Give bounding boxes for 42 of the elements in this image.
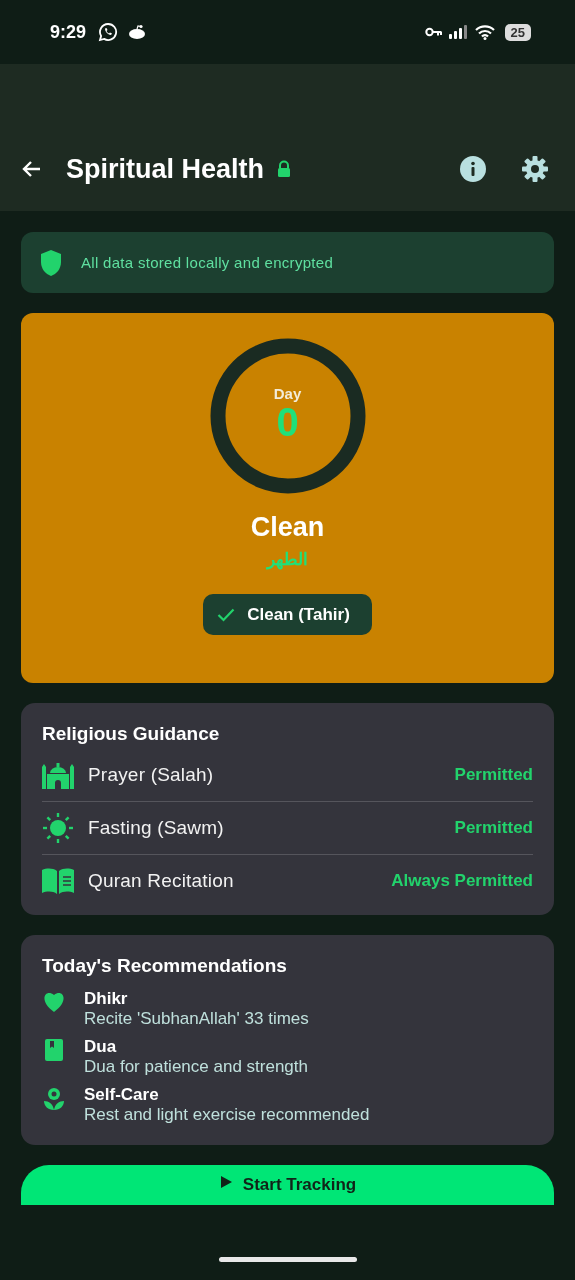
screen-title: Spiritual Health — [66, 153, 265, 185]
book-icon — [42, 868, 74, 894]
play-icon — [218, 1175, 233, 1189]
book-icon — [45, 1039, 63, 1061]
guidance-label: Prayer (Salah) — [88, 764, 214, 786]
card-title: Religious Guidance — [42, 723, 221, 745]
state-arabic: الطهر — [267, 549, 308, 570]
home-indicator[interactable] — [218, 1256, 357, 1262]
recommendation-title: Dhikr — [84, 989, 129, 1009]
notice-text: All data stored locally and encrypted — [81, 254, 334, 271]
guidance-label: Quran Recitation — [88, 870, 234, 892]
recommendation-text: Recite 'SubhanAllah' 33 times — [84, 1009, 309, 1029]
recommendation-text: Dua for patience and strength — [84, 1057, 308, 1077]
guidance-label: Fasting (Sawm) — [88, 817, 224, 839]
shield-icon — [39, 248, 63, 277]
chat-bubble-icon — [98, 22, 119, 42]
lock-icon — [276, 160, 293, 178]
wifi-icon — [474, 24, 495, 40]
guidance-status: Always Permitted — [391, 871, 533, 891]
battery-level: 25 — [504, 23, 531, 41]
recommendation-text: Rest and light exercise recommended — [84, 1105, 370, 1125]
gear-icon — [521, 155, 549, 183]
signal-icon — [448, 25, 469, 39]
badge-label: Clean (Tahir) — [247, 604, 350, 625]
clock-time: 9:29 — [50, 21, 87, 43]
info-icon — [459, 155, 487, 183]
recommendation-title: Dua — [84, 1037, 118, 1057]
alien-icon — [128, 24, 147, 40]
card-title: Today's Recommendations — [42, 955, 288, 977]
heart-icon — [42, 991, 66, 1013]
sun-icon — [42, 812, 74, 844]
flower-icon — [43, 1087, 65, 1111]
guidance-status: Permitted — [454, 818, 533, 838]
state-title: Clean — [250, 512, 325, 543]
day-label: Day — [273, 384, 302, 402]
key-icon — [424, 27, 443, 37]
guidance-status: Permitted — [454, 765, 533, 785]
day-count: 0 — [276, 401, 299, 442]
check-icon — [217, 607, 236, 622]
recommendation-title: Self-Care — [84, 1085, 160, 1105]
start-tracking-button[interactable]: Start Tracking — [21, 1165, 554, 1205]
mosque-icon — [42, 761, 74, 789]
